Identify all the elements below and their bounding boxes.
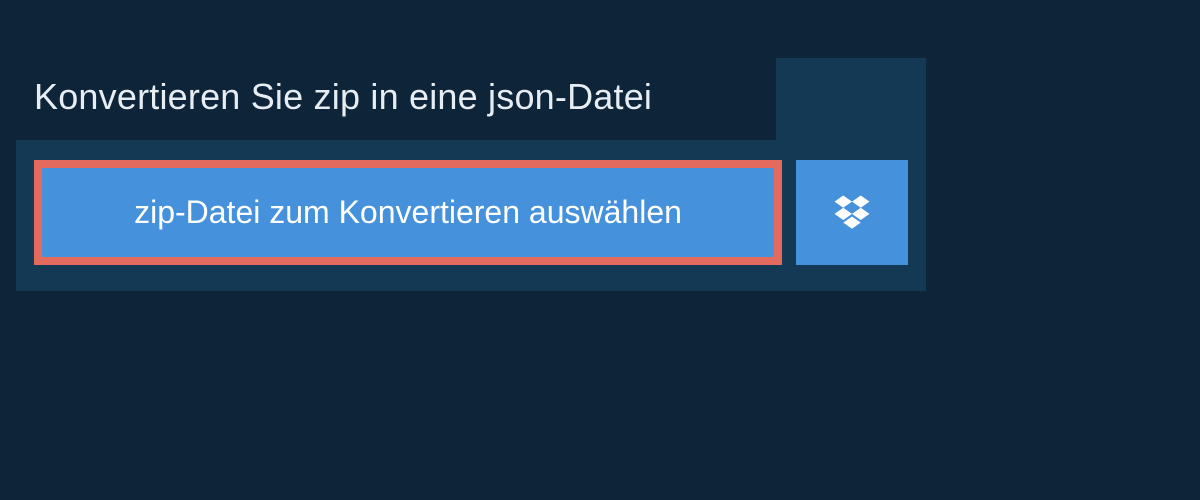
select-file-button-label: zip-Datei zum Konvertieren auswählen [134, 194, 682, 231]
page-title: Konvertieren Sie zip in eine json-Datei [34, 76, 758, 118]
dropbox-button[interactable] [796, 160, 908, 265]
select-file-button[interactable]: zip-Datei zum Konvertieren auswählen [34, 160, 782, 265]
upload-button-row: zip-Datei zum Konvertieren auswählen [16, 140, 926, 291]
converter-panel: Konvertieren Sie zip in eine json-Datei … [16, 58, 926, 291]
dropbox-icon [831, 192, 873, 234]
title-bar: Konvertieren Sie zip in eine json-Datei [16, 58, 776, 140]
